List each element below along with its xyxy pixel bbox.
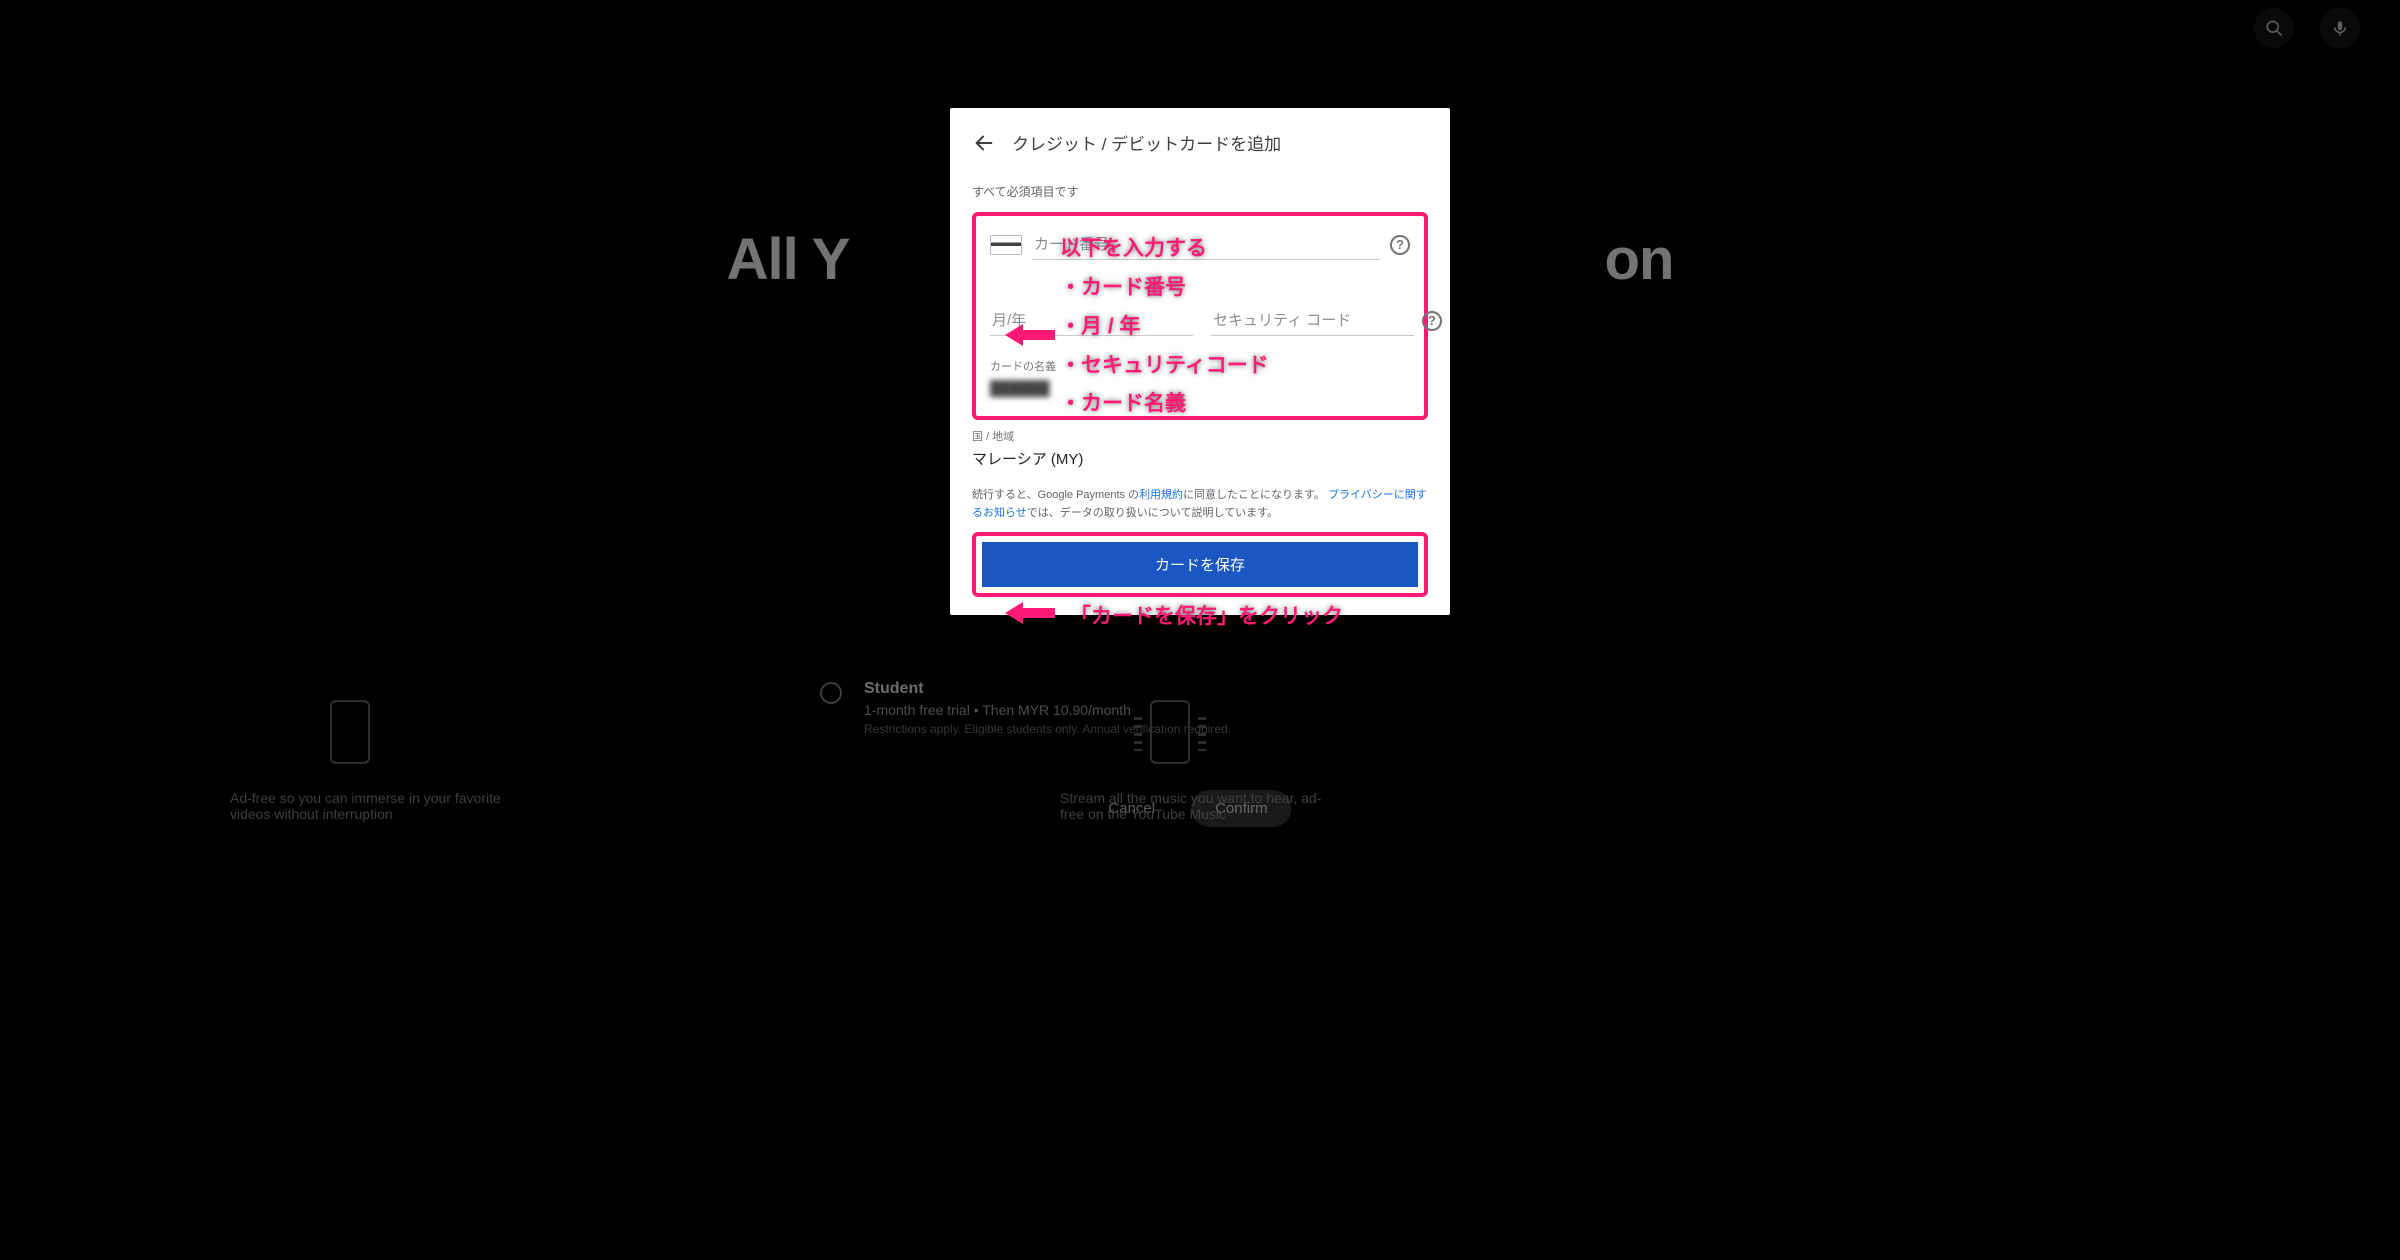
save-card-button[interactable]: カードを保存	[982, 542, 1418, 587]
dialog-buttons: Cancel Confirm	[1108, 790, 1291, 827]
feature-text-right: Stream all the music you want to hear, a…	[1060, 790, 1340, 822]
annotation-callout-fields: 以下を入力する ・カード番号 ・月 / 年 ・セキュリティコード ・カード名義	[1060, 230, 1269, 424]
cancel-button: Cancel	[1108, 800, 1155, 817]
annotation-arrow-icon	[1005, 320, 1055, 350]
feature-text-left: Ad-free so you can immerse in your favor…	[230, 790, 510, 822]
phone-vibrate-icon	[1150, 700, 1190, 764]
annotation-callout-save: 「カードを保存」をクリック	[1070, 598, 1343, 637]
plan-note: Restrictions apply. Eligible students on…	[864, 722, 1231, 736]
legal-text: 続行すると、Google Payments の利用規約に同意したことになります。…	[972, 487, 1428, 522]
confirm-button: Confirm	[1191, 790, 1292, 827]
required-note: すべて必須項目です	[972, 183, 1428, 200]
annotation-arrow-icon	[1005, 598, 1055, 628]
tos-link[interactable]: 利用規約	[1139, 489, 1183, 501]
plan-name: Student	[864, 680, 1231, 698]
credit-card-icon	[990, 235, 1022, 255]
region-label: 国 / 地域	[972, 428, 1428, 444]
search-icon	[2254, 8, 2294, 48]
cardholder-name-value[interactable]: ██████	[990, 380, 1050, 396]
radio-icon	[820, 682, 842, 704]
mic-icon	[2320, 8, 2360, 48]
region-value[interactable]: マレーシア (MY)	[972, 448, 1428, 469]
dialog-title: クレジット / デビットカードを追加	[1012, 130, 1281, 155]
plan-subtitle: 1-month free trial • Then MYR 10.90/mont…	[864, 702, 1231, 718]
help-icon[interactable]: ?	[1422, 311, 1442, 331]
topbar	[0, 0, 2400, 56]
plan-option-student: Student 1-month free trial • Then MYR 10…	[820, 680, 1580, 736]
phone-icon	[330, 700, 370, 764]
help-icon[interactable]: ?	[1390, 235, 1410, 255]
back-arrow-icon[interactable]	[972, 131, 996, 155]
annotation-highlight-save: カードを保存	[972, 532, 1428, 597]
